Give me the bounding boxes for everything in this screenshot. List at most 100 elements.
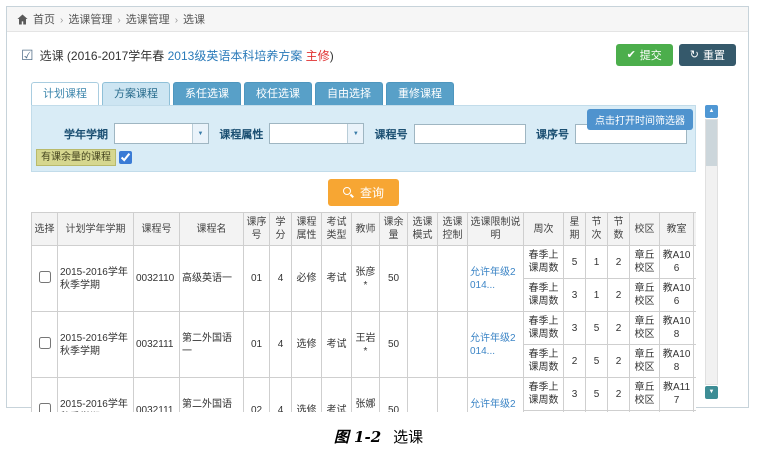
cell-capacity: 50 — [380, 378, 408, 413]
search-label: 查询 — [360, 184, 384, 201]
column-header: 学分 — [270, 213, 292, 246]
major-label: 主修 — [306, 49, 330, 63]
cell-select — [32, 246, 58, 312]
course-table-container: 选择计划学年学期课程号课程名课序号学分课程属性考试类型教师课余量选课模式选课控制… — [31, 212, 696, 412]
tab-dept-elective[interactable]: 系任选课 — [173, 82, 241, 105]
home-icon[interactable] — [17, 14, 28, 25]
cell-restriction: 允许年级2014... — [468, 312, 524, 378]
cell-sessions: 2 — [608, 246, 630, 279]
cell-sessions: 2 — [608, 345, 630, 378]
table-row: 2015-2016学年秋季学期0032111第二外国语一014选修考试王岩*50… — [32, 312, 697, 345]
cell-building: 1号教学楼 — [694, 378, 697, 411]
cell-building: 1号教学楼 — [694, 246, 697, 279]
cell-attr: 选修 — [292, 312, 322, 378]
breadcrumb-item-3[interactable]: 选课管理 — [126, 14, 170, 26]
cell-attr: 必修 — [292, 246, 322, 312]
tab-free-choice[interactable]: 自由选择 — [315, 82, 383, 105]
scrollbar-track[interactable] — [705, 119, 718, 385]
course-row-checkbox[interactable] — [39, 271, 51, 283]
cell-building: 1号教学楼 — [694, 411, 697, 413]
cell-seq: 02 — [244, 378, 270, 413]
column-header: 选课控制 — [438, 213, 468, 246]
search-row: 查询 — [31, 172, 696, 212]
scrollbar-thumb[interactable] — [706, 120, 717, 166]
cell-exam-type: 考试 — [322, 378, 352, 413]
column-header: 课余量 — [380, 213, 408, 246]
column-header: 星期 — [564, 213, 586, 246]
tab-plan-courses[interactable]: 计划课程 — [31, 82, 99, 105]
cell-weekday: 3 — [564, 378, 586, 411]
cell-sessions: 2 — [608, 411, 630, 413]
course-row-checkbox[interactable] — [39, 403, 51, 413]
column-header: 节数 — [608, 213, 630, 246]
column-header: 周次 — [524, 213, 564, 246]
table-row: 2015-2016学年秋季学期0032111第二外国语一024选修考试张娜*50… — [32, 378, 697, 411]
term-select[interactable]: ▼ — [114, 123, 209, 144]
cell-building: 1号教学楼 — [694, 279, 697, 312]
cell-course-no: 0032110 — [134, 246, 180, 312]
reset-icon: ↻ — [690, 50, 699, 61]
search-button[interactable]: 查询 — [328, 179, 399, 206]
vertical-scrollbar[interactable]: ▲ ▼ — [705, 105, 718, 399]
reset-button[interactable]: ↻ 重置 — [679, 44, 736, 66]
tab-retake-courses[interactable]: 重修课程 — [386, 82, 454, 105]
cell-period: 5 — [586, 378, 608, 411]
scroll-down-arrow[interactable]: ▼ — [705, 386, 718, 399]
course-no-input[interactable] — [414, 124, 526, 144]
course-no-label: 课程号 — [375, 126, 408, 142]
restriction-link[interactable]: 允许年级2014... — [470, 399, 516, 413]
title-prefix: 选课 (2016-2017学年春 — [40, 49, 168, 63]
cell-course-no: 0032111 — [134, 312, 180, 378]
cell-building: 1号教学楼 — [694, 312, 697, 345]
column-header: 考试类型 — [322, 213, 352, 246]
breadcrumb-item-2[interactable]: 选课管理 — [68, 14, 112, 26]
chevron-down-icon: ▼ — [347, 124, 363, 143]
term-label: 学年学期 — [64, 126, 108, 142]
reset-label: 重置 — [703, 47, 725, 63]
breadcrumb-separator: › — [60, 15, 63, 26]
column-header: 课序号 — [244, 213, 270, 246]
cell-course-name: 高级英语一 — [180, 246, 244, 312]
cell-control — [438, 246, 468, 312]
cell-seq: 01 — [244, 246, 270, 312]
main-panel: 首页›选课管理›选课管理›选课 ☑ 选课 (2016-2017学年春 2013级… — [6, 6, 749, 408]
breadcrumb-items: 首页›选课管理›选课管理›选课 — [33, 11, 205, 27]
restriction-link[interactable]: 允许年级2014... — [470, 333, 516, 357]
cell-teacher: 王岩* — [352, 312, 380, 378]
tabs: 计划课程方案课程系任选课校任选课自由选择重修课程 — [31, 82, 696, 105]
breadcrumb-separator: › — [117, 15, 120, 26]
tab-school-elective[interactable]: 校任选课 — [244, 82, 312, 105]
course-attr-select[interactable]: ▼ — [269, 123, 364, 144]
cell-weeks: 春季上课周数 — [524, 378, 564, 411]
restriction-link[interactable]: 允许年级2014... — [470, 267, 516, 291]
available-courses-checkbox[interactable] — [119, 151, 132, 164]
column-header: 课程名 — [180, 213, 244, 246]
course-row-checkbox[interactable] — [39, 337, 51, 349]
column-header: 选课模式 — [408, 213, 438, 246]
cell-mode — [408, 312, 438, 378]
cell-weekday: 2 — [564, 345, 586, 378]
breadcrumb: 首页›选课管理›选课管理›选课 — [7, 7, 748, 32]
content-area: 计划课程方案课程系任选课校任选课自由选择重修课程 点击打开时间筛选器 学年学期 … — [31, 82, 696, 412]
cell-building: 1号教学楼 — [694, 345, 697, 378]
time-filter-button[interactable]: 点击打开时间筛选器 — [587, 109, 693, 130]
cell-campus: 章丘校区 — [630, 345, 660, 378]
cell-attr: 选修 — [292, 378, 322, 413]
submit-label: 提交 — [640, 47, 662, 63]
breadcrumb-item-1[interactable]: 首页 — [33, 14, 55, 26]
tab-program-courses[interactable]: 方案课程 — [102, 82, 170, 105]
plan-link[interactable]: 2013级英语本科培养方案 — [168, 49, 303, 63]
column-header: 选课限制说明 — [468, 213, 524, 246]
cell-weeks: 春季上课周数 — [524, 279, 564, 312]
cell-room: 教A108 — [660, 345, 694, 378]
breadcrumb-separator: › — [175, 15, 178, 26]
chevron-down-icon: ▼ — [192, 124, 208, 143]
submit-button[interactable]: ✔ 提交 — [616, 44, 673, 66]
column-header: 校区 — [630, 213, 660, 246]
scroll-up-arrow[interactable]: ▲ — [705, 105, 718, 118]
cell-campus: 章丘校区 — [630, 378, 660, 411]
cell-restriction: 允许年级2014... — [468, 246, 524, 312]
column-header: 教学楼 — [694, 213, 697, 246]
figure-caption: 图 1-2选课 — [0, 426, 757, 447]
cell-control — [438, 378, 468, 413]
